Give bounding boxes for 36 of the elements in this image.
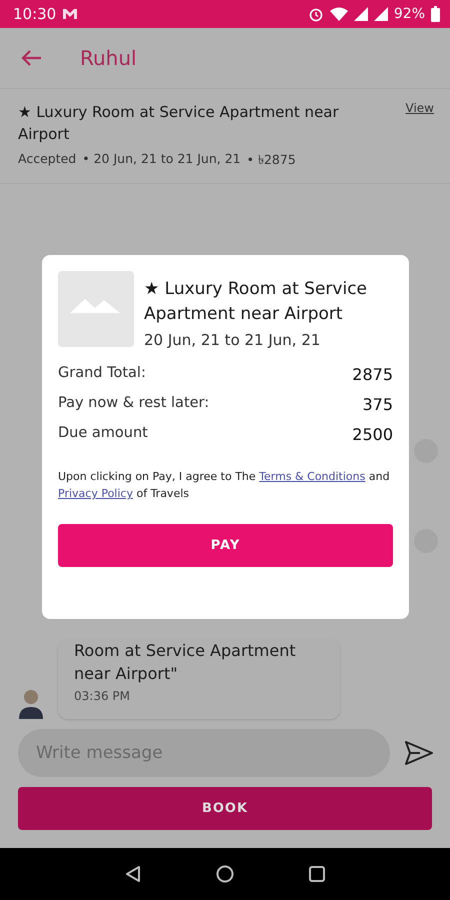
amount-value: 2500 [352, 425, 393, 444]
contact-name: Ruhul [80, 46, 137, 70]
booking-price: • ৳2875 [246, 151, 296, 169]
book-button[interactable]: BOOK [18, 787, 432, 830]
avatar [18, 687, 44, 719]
amount-value: 2875 [352, 365, 393, 384]
battery-percent: 92% [394, 6, 425, 22]
privacy-link[interactable]: Privacy Policy [58, 487, 133, 500]
amount-value: 375 [362, 395, 393, 414]
message-time: 03:36 PM [74, 689, 131, 703]
message-text: Room at Service Apartment near Airport" [74, 640, 297, 685]
recents-icon[interactable] [308, 865, 326, 883]
message-field[interactable]: Write message [18, 729, 390, 777]
alarm-icon [308, 6, 324, 22]
signal-icon [374, 7, 388, 21]
battery-icon [431, 6, 440, 22]
terms-link[interactable]: Terms & Conditions [259, 470, 366, 483]
listing-title: ★ Luxury Room at Service Apartment near Airport [144, 278, 368, 326]
amount-label: Pay now & rest later: [58, 395, 210, 413]
view-link[interactable]: View [406, 101, 434, 145]
booking-status: Accepted [18, 151, 76, 168]
back-icon[interactable] [124, 865, 142, 883]
terms-text: Upon clicking on Pay, I agree to The Terms & Conditions and Privacy Policy of Travels [58, 469, 391, 502]
wifi-icon [330, 7, 348, 21]
amount-label: Due amount [58, 425, 148, 443]
signal-icon [354, 7, 368, 21]
mail-icon [62, 8, 78, 20]
home-icon[interactable] [216, 865, 234, 883]
booking-dates: • 20 Jun, 21 to 21 Jun, 21 [82, 151, 241, 168]
clock: 10:30 [13, 5, 56, 23]
stay-dates: 20 Jun, 21 to 21 Jun, 21 [144, 331, 322, 349]
listing-title: ★ Luxury Room at Service Apartment near Airport [18, 102, 340, 145]
pay-button[interactable]: PAY [58, 524, 393, 567]
image-placeholder-icon [58, 271, 134, 347]
amount-label: Grand Total: [58, 365, 146, 383]
send-icon[interactable] [404, 740, 434, 766]
